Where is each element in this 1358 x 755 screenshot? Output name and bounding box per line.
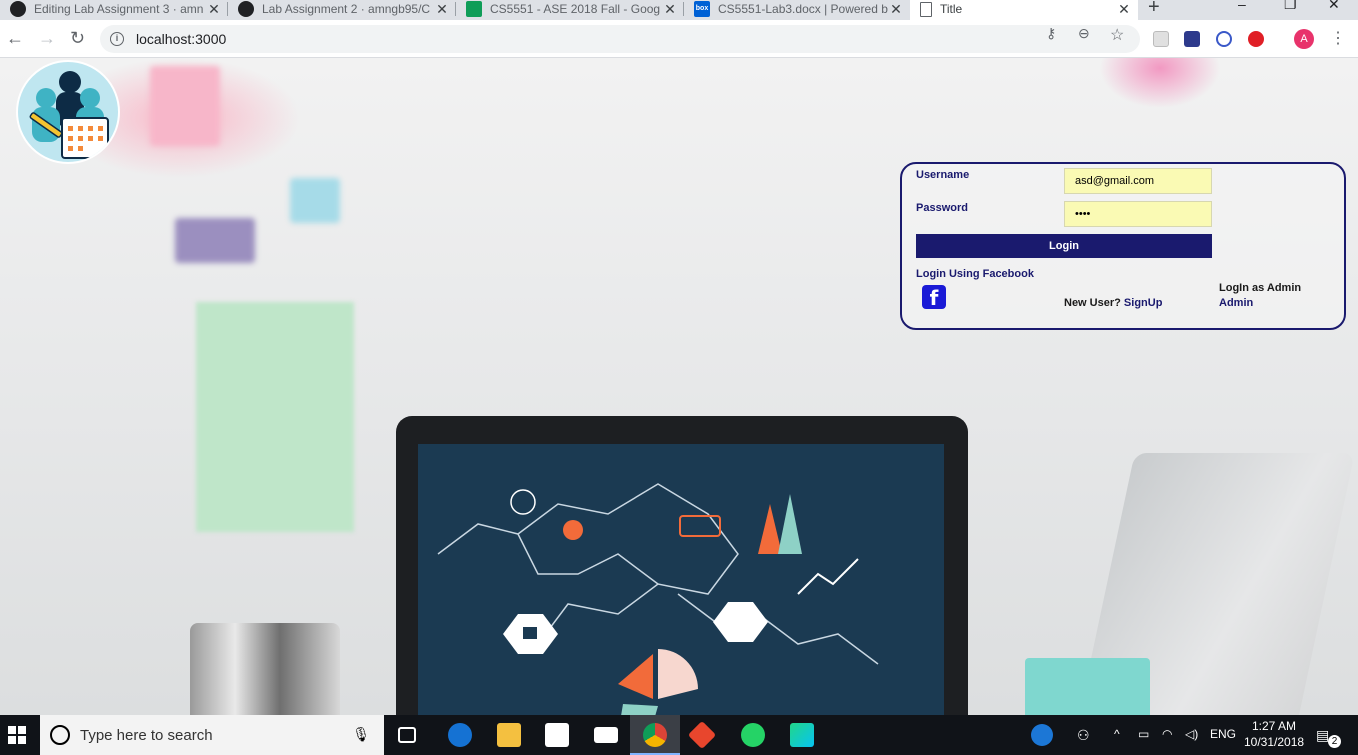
tab-title: CS5551-Lab3.docx | Powered b (718, 2, 888, 16)
menu-icon[interactable]: ⋮ (1330, 28, 1346, 48)
tab-title: Lab Assignment 2 · amngb95/C (262, 2, 431, 16)
page-viewport: Username Password Login Login Using Face… (0, 58, 1358, 715)
password-label: Password (916, 202, 968, 214)
close-icon[interactable]: ✕ (662, 1, 678, 18)
tab-strip: Editing Lab Assignment 3 · amn ✕ Lab Ass… (0, 0, 1358, 20)
whatsapp-icon[interactable] (741, 723, 765, 747)
close-icon[interactable]: ✕ (206, 1, 222, 18)
cortana-icon[interactable] (50, 725, 70, 745)
username-label: Username (916, 169, 970, 181)
url-text[interactable]: localhost:3000 (136, 31, 226, 47)
language-indicator[interactable]: ENG (1210, 727, 1236, 741)
login-button[interactable]: Login (916, 234, 1212, 258)
close-icon[interactable]: ✕ (888, 1, 904, 18)
browser-toolbar: ← → ↻ i localhost:3000 ⚷ ⊖ ☆ A ⋮ (0, 20, 1358, 58)
username-field[interactable] (1064, 168, 1212, 194)
volume-icon[interactable]: ◁) (1185, 727, 1198, 741)
browser-tab-2[interactable]: Lab Assignment 2 · amngb95/C ✕ (228, 0, 456, 20)
clock-date: 10/31/2018 (1244, 735, 1305, 749)
background-decor (175, 218, 255, 263)
file-explorer-icon[interactable] (497, 723, 521, 747)
people-icon[interactable]: ⚇ (1077, 727, 1090, 744)
github-icon (10, 1, 26, 17)
app-logo (16, 60, 120, 164)
tab-title: Editing Lab Assignment 3 · amn (34, 2, 204, 16)
facebook-icon[interactable]: f (922, 285, 946, 310)
chevron-up-icon[interactable]: ^ (1114, 727, 1120, 741)
window-close-button[interactable]: ✕ (1328, 0, 1340, 13)
reload-icon[interactable]: ↻ (70, 28, 85, 49)
taskbar-search[interactable]: Type here to search 🎙 (40, 715, 384, 755)
login-form: Username Password Login Login Using Face… (900, 162, 1346, 330)
new-user-text: New User? SignUp (1064, 297, 1162, 309)
forward-arrow-icon[interactable]: → (38, 28, 56, 49)
info-icon[interactable]: i (110, 32, 124, 46)
background-decor (196, 302, 354, 532)
task-view-icon[interactable] (398, 727, 416, 743)
windows-taskbar: Type here to search 🎙 ⚇ ^ ▭ ◠ ◁) ENG 1:2… (0, 715, 1358, 755)
zoom-icon[interactable]: ⊖ (1078, 25, 1090, 42)
github-icon (238, 1, 254, 17)
password-field[interactable] (1064, 201, 1212, 227)
infographic-illustration (437, 483, 879, 715)
facebook-login-link[interactable]: Login Using Facebook (916, 268, 1034, 280)
profile-avatar[interactable]: A (1294, 29, 1314, 49)
browser-tab-4[interactable]: box CS5551-Lab3.docx | Powered b ✕ (684, 0, 910, 20)
extension-icon[interactable] (1153, 31, 1169, 47)
zotero-icon[interactable] (1184, 31, 1200, 47)
background-decor (150, 66, 220, 146)
wifi-icon[interactable]: ◠ (1162, 727, 1172, 741)
git-icon[interactable] (687, 720, 717, 750)
opera-icon[interactable] (1248, 31, 1264, 47)
document-icon (920, 1, 932, 17)
webstorm-icon[interactable] (790, 723, 814, 747)
browser-tab-3[interactable]: CS5551 - ASE 2018 Fall - Goog ✕ (456, 0, 684, 20)
sheets-icon (466, 1, 482, 17)
search-placeholder[interactable]: Type here to search (80, 727, 213, 744)
background-decor (1025, 658, 1150, 715)
help-icon[interactable] (1031, 724, 1053, 746)
tab-title: CS5551 - ASE 2018 Fall - Goog (490, 2, 661, 16)
minimize-button[interactable]: – (1238, 0, 1246, 12)
bookmark-star-icon[interactable]: ☆ (1110, 25, 1124, 45)
clock[interactable]: 1:27 AM 10/31/2018 (1244, 718, 1304, 750)
windows-start-icon[interactable] (8, 726, 26, 744)
key-icon[interactable]: ⚷ (1046, 25, 1056, 42)
new-tab-button[interactable]: + (1148, 0, 1160, 19)
back-arrow-icon[interactable]: ← (6, 28, 24, 49)
close-icon[interactable]: ✕ (1116, 1, 1132, 18)
address-bar[interactable]: i localhost:3000 (100, 25, 1140, 53)
background-decor (290, 178, 340, 223)
battery-icon[interactable]: ▭ (1138, 727, 1149, 741)
maximize-button[interactable]: ❐ (1284, 0, 1297, 13)
close-icon[interactable]: ✕ (434, 1, 450, 18)
edge-icon[interactable] (448, 723, 472, 747)
browser-tab-5[interactable]: Title ✕ (910, 0, 1138, 20)
chrome-icon[interactable] (643, 723, 667, 747)
admin-login-label: LogIn as Admin (1219, 282, 1302, 294)
background-laptop (396, 416, 968, 715)
notification-count-badge: 2 (1328, 735, 1341, 748)
new-user-label: New User? (1064, 297, 1121, 309)
clock-time: 1:27 AM (1251, 719, 1297, 733)
blocker-icon[interactable] (1216, 31, 1232, 47)
laptop-screen (418, 444, 944, 715)
microphone-icon[interactable]: 🎙 (352, 726, 370, 743)
signup-link[interactable]: SignUp (1124, 297, 1163, 309)
background-decor (190, 623, 340, 715)
tab-title: Title (940, 2, 963, 16)
admin-link[interactable]: Admin (1219, 297, 1253, 309)
browser-tab-1[interactable]: Editing Lab Assignment 3 · amn ✕ (0, 0, 228, 20)
mail-icon[interactable] (594, 727, 618, 743)
box-icon: box (694, 1, 710, 17)
store-icon[interactable] (545, 723, 569, 747)
